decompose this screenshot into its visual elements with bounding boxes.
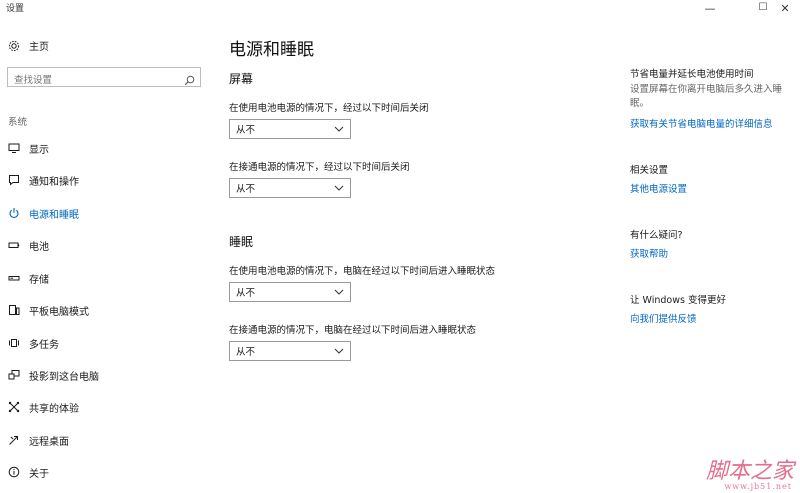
- sleep-battery-label: 在使用电池电源的情况下，电脑在经过以下时间后进入睡眠状态: [229, 266, 496, 277]
- sidebar-item-label: 共享的体验: [29, 403, 79, 415]
- sidebar-item-multitasking[interactable]: 多任务: [7, 334, 59, 352]
- chevron-down-icon: [334, 124, 344, 135]
- battery-icon: [7, 239, 20, 252]
- sidebar-item-notifications[interactable]: 通知和操作: [7, 171, 79, 189]
- sidebar-item-label: 多任务: [29, 339, 59, 351]
- give-feedback-link[interactable]: 向我们提供反馈: [630, 311, 697, 325]
- section-title-screen: 屏幕: [229, 72, 254, 86]
- sidebar-item-label: 远程桌面: [29, 436, 69, 448]
- save-power-description: 设置屏幕在你离开电脑后多久进入睡眠。: [630, 84, 783, 109]
- sidebar-item-label: 显示: [29, 144, 49, 156]
- watermark-text: 脚本之家: [705, 459, 794, 484]
- tablet-icon: [7, 304, 20, 317]
- help-title: 有什么疑问?: [630, 230, 683, 241]
- sidebar-item-label: 存储: [29, 274, 49, 286]
- feedback-title: 让 Windows 变得更好: [630, 295, 726, 306]
- sleep-plugged-label: 在接通电源的情况下，电脑在经过以下时间后进入睡眠状态: [229, 325, 477, 336]
- related-settings-title: 相关设置: [630, 165, 669, 176]
- save-power-link[interactable]: 获取有关节省电脑电量的详细信息: [630, 116, 773, 130]
- watermark-url: www.jb51.net: [724, 482, 792, 491]
- sidebar-item-battery[interactable]: 电池: [7, 236, 49, 254]
- section-label-system: 系统: [8, 117, 28, 128]
- page-title: 电源和睡眠: [229, 40, 314, 60]
- screen-battery-label: 在使用电池电源的情况下，经过以下时间后关闭: [229, 103, 429, 114]
- screen-battery-dropdown[interactable]: 从不: [229, 119, 351, 139]
- section-title-sleep: 睡眠: [229, 235, 254, 249]
- dropdown-value: 从不: [236, 288, 256, 299]
- dropdown-value: 从不: [236, 125, 256, 136]
- info-icon: [7, 466, 20, 479]
- home-label: 主页: [29, 42, 49, 53]
- sleep-plugged-dropdown[interactable]: 从不: [229, 341, 351, 361]
- sidebar-item-power-sleep[interactable]: 电源和睡眠: [7, 204, 79, 222]
- sidebar-item-label: 关于: [29, 468, 49, 480]
- chevron-down-icon: [334, 346, 344, 357]
- home-nav-item[interactable]: 主页: [7, 38, 49, 53]
- sidebar-item-label: 通知和操作: [29, 176, 79, 188]
- sidebar-item-display[interactable]: 显示: [7, 139, 49, 157]
- storage-icon: [7, 272, 20, 285]
- sidebar-item-label: 电源和睡眠: [29, 209, 79, 221]
- save-power-title: 节省电量并延长电池使用时间: [630, 69, 754, 80]
- search-icon[interactable]: [184, 71, 196, 86]
- sidebar-item-tablet-mode[interactable]: 平板电脑模式: [7, 301, 89, 319]
- share-icon: [7, 401, 20, 414]
- remote-icon: [7, 434, 20, 447]
- sidebar-item-label: 平板电脑模式: [29, 306, 89, 318]
- get-help-link[interactable]: 获取帮助: [630, 246, 668, 260]
- search-box[interactable]: [7, 67, 201, 90]
- sidebar-item-remote-desktop[interactable]: 远程桌面: [7, 431, 69, 449]
- multitask-icon: [7, 337, 20, 350]
- sidebar-item-label: 投影到这台电脑: [29, 371, 99, 383]
- dropdown-value: 从不: [236, 347, 256, 358]
- sidebar-item-label: 电池: [29, 241, 49, 253]
- title-bar: 设置 — ☐ ✕: [0, 0, 800, 16]
- minimize-button[interactable]: —: [695, 0, 725, 16]
- sidebar-item-shared-experiences[interactable]: 共享的体验: [7, 398, 79, 416]
- dropdown-value: 从不: [236, 184, 256, 195]
- screen-plugged-dropdown[interactable]: 从不: [229, 178, 351, 198]
- screen-plugged-label: 在接通电源的情况下，经过以下时间后关闭: [229, 162, 410, 173]
- sidebar-item-storage[interactable]: 存储: [7, 269, 49, 287]
- monitor-icon: [7, 142, 20, 155]
- sidebar-item-project[interactable]: 投影到这台电脑: [7, 366, 99, 384]
- close-button[interactable]: ✕: [770, 0, 800, 16]
- gear-icon: [7, 39, 20, 52]
- message-icon: [7, 174, 20, 187]
- project-icon: [7, 369, 20, 382]
- window-title: 设置: [6, 4, 25, 14]
- power-icon: [7, 207, 20, 220]
- chevron-down-icon: [334, 183, 344, 194]
- chevron-down-icon: [334, 287, 344, 298]
- additional-power-settings-link[interactable]: 其他电源设置: [630, 181, 687, 195]
- sleep-battery-dropdown[interactable]: 从不: [229, 282, 351, 302]
- search-input[interactable]: [8, 71, 179, 90]
- watermark: 脚本之家 www.jb51.net: [705, 453, 794, 491]
- sidebar-item-about[interactable]: 关于: [7, 463, 49, 481]
